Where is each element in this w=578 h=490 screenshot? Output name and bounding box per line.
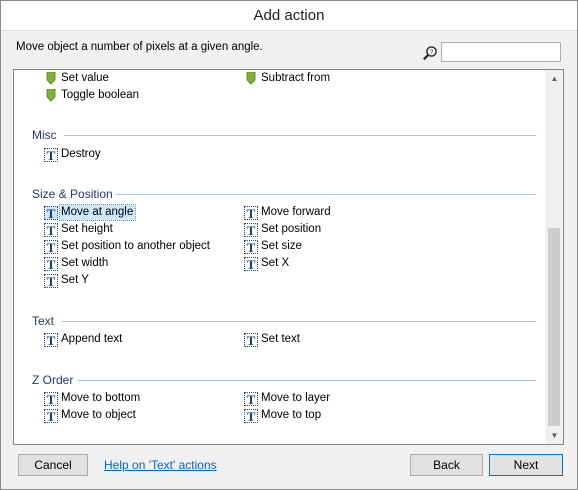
action-item-label: Set width [61, 257, 109, 269]
window-title: Add action [1, 1, 577, 31]
action-item-label: Set height [61, 223, 113, 235]
help-link[interactable]: Help on 'Text' actions [104, 458, 217, 472]
text-t-icon: T [44, 205, 58, 220]
text-t-icon: T [44, 256, 58, 271]
back-button[interactable]: Back [410, 454, 483, 476]
action-item-destroy[interactable]: T Destroy [44, 146, 103, 163]
text-t-icon: T [44, 239, 58, 254]
action-item-label: Move to top [261, 409, 322, 421]
svg-text:?: ? [430, 49, 434, 56]
action-item-label: Set position to another object [61, 240, 210, 252]
green-marker-icon [44, 72, 58, 86]
action-item-set-y[interactable]: T Set Y [44, 272, 91, 289]
action-item-set-position-to-another-object[interactable]: T Set position to another object [44, 238, 212, 255]
action-item-subtract-from[interactable]: Subtract from [244, 70, 332, 87]
green-marker-icon [244, 72, 258, 86]
action-item-set-height[interactable]: T Set height [44, 221, 115, 238]
description-bar: Move object a number of pixels at a give… [1, 31, 577, 69]
category-divider [116, 194, 536, 195]
text-t-icon: T [244, 408, 258, 423]
action-item-move-to-object[interactable]: T Move to object [44, 407, 138, 424]
action-item-label: Subtract from [261, 72, 331, 84]
action-item-label: Set size [261, 240, 302, 252]
text-t-icon: T [244, 222, 258, 237]
text-t-icon: T [44, 391, 58, 406]
action-item-label: Destroy [61, 148, 101, 160]
next-button[interactable]: Next [489, 454, 563, 476]
action-item-label: Set Y [61, 274, 89, 286]
cancel-button[interactable]: Cancel [18, 454, 88, 476]
green-marker-icon [44, 89, 58, 103]
text-t-icon: T [244, 332, 258, 347]
action-item-label: Toggle boolean [61, 89, 140, 101]
action-item-append-text[interactable]: T Append text [44, 331, 124, 348]
action-item-label: Set position [261, 223, 322, 235]
action-item-set-x[interactable]: T Set X [244, 255, 291, 272]
category-divider [62, 321, 536, 322]
text-t-icon: T [244, 256, 258, 271]
action-item-label: Move at angle [58, 204, 137, 221]
action-description: Move object a number of pixels at a give… [16, 41, 263, 53]
category-size-position: Size & Position [32, 187, 113, 201]
scrollbar-thumb[interactable] [548, 228, 560, 426]
action-item-move-forward[interactable]: T Move forward [244, 204, 333, 221]
action-item-move-to-layer[interactable]: T Move to layer [244, 390, 332, 407]
action-item-set-value[interactable]: Set value [44, 70, 111, 87]
action-item-move-at-angle[interactable]: T Move at angle [44, 204, 137, 221]
action-item-set-width[interactable]: T Set width [44, 255, 110, 272]
action-item-label: Move to layer [261, 392, 331, 404]
action-list[interactable]: Set value Subtract from Toggle boolean M… [13, 69, 564, 445]
action-item-label: Set X [261, 257, 290, 269]
text-t-icon: T [44, 332, 58, 347]
search-input[interactable] [441, 42, 561, 62]
action-item-set-size[interactable]: T Set size [244, 238, 304, 255]
text-t-icon: T [44, 408, 58, 423]
action-item-label: Move to object [61, 409, 136, 421]
text-t-icon: T [44, 222, 58, 237]
action-item-toggle-boolean[interactable]: Toggle boolean [44, 87, 141, 104]
text-t-icon: T [244, 391, 258, 406]
action-item-move-to-top[interactable]: T Move to top [244, 407, 323, 424]
action-item-label: Move forward [261, 206, 331, 218]
vertical-scrollbar[interactable]: ▲ ▼ [545, 70, 563, 444]
category-divider [64, 135, 536, 136]
text-t-icon: T [44, 147, 58, 162]
action-item-move-to-bottom[interactable]: T Move to bottom [44, 390, 142, 407]
action-item-label: Append text [61, 333, 123, 345]
scroll-down-icon[interactable]: ▼ [546, 427, 563, 444]
action-item-set-position[interactable]: T Set position [244, 221, 323, 238]
action-item-label: Move to bottom [61, 392, 141, 404]
text-t-icon: T [44, 273, 58, 288]
category-misc: Misc [32, 128, 57, 142]
search-icon: ? [422, 45, 438, 61]
action-item-label: Set value [61, 72, 109, 84]
action-item-label: Set text [261, 333, 300, 345]
scroll-up-icon[interactable]: ▲ [546, 70, 563, 87]
text-t-icon: T [244, 239, 258, 254]
action-item-set-text[interactable]: T Set text [244, 331, 302, 348]
add-action-dialog: Add action Move object a number of pixel… [0, 0, 578, 490]
category-divider [78, 380, 536, 381]
category-z-order: Z Order [32, 373, 74, 387]
category-text: Text [32, 314, 55, 328]
text-t-icon: T [244, 205, 258, 220]
